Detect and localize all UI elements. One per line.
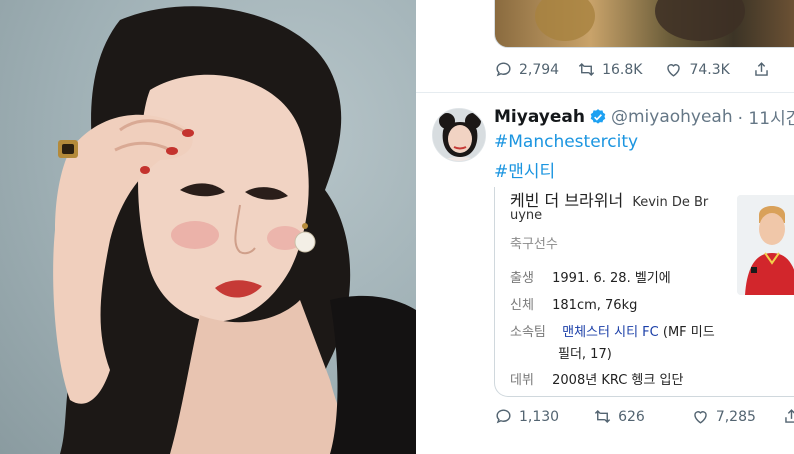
row-value: 1991. 6. 28. 벨기에 (552, 271, 671, 286)
reply-button[interactable]: 1,130 (494, 407, 559, 426)
card-subtitle: 축구선수 (510, 237, 558, 252)
like-count: 7,285 (715, 408, 756, 425)
previous-tweet-media[interactable] (494, 0, 794, 48)
row-value: 181cm, 76kg (552, 298, 638, 313)
row-key: 출생 (510, 271, 534, 286)
media-decoration (655, 0, 745, 41)
tweet-divider (416, 92, 794, 93)
portrait-photo (0, 0, 416, 454)
share-icon (785, 409, 794, 423)
retweet-count: 626 (618, 408, 645, 425)
retweet-icon (594, 409, 611, 424)
like-button[interactable]: 74.3K (664, 60, 730, 79)
retweet-count: 16.8K (602, 61, 643, 78)
retweet-button[interactable]: 626 (593, 407, 645, 426)
player-name-latin-continued: uyne (510, 208, 543, 223)
player-name-latin: Kevin De Br (632, 195, 709, 210)
player-photo (737, 195, 794, 295)
player-info-card[interactable]: 케빈 더 브라위너 Kevin De Br uyne 축구선수 출생 1991.… (494, 187, 794, 397)
avatar-image (433, 109, 485, 161)
row-value: 필더, 17) (558, 347, 612, 362)
avatar[interactable] (432, 108, 486, 162)
hashtag-link[interactable]: #Manchestercity (494, 132, 638, 152)
card-row-team: 소속팀 맨체스터 시티 FC (MF 미드 (510, 321, 715, 340)
row-key: 데뷔 (510, 373, 534, 388)
reply-button[interactable]: 2,794 (494, 60, 559, 79)
media-decoration (535, 0, 595, 41)
card-row-team-continued: 필더, 17) (558, 343, 612, 362)
user-handle[interactable]: @miyaohyeah (611, 107, 733, 127)
tweet-timestamp[interactable]: · 11시간 (738, 104, 794, 129)
hashtag-link[interactable]: #맨시티 (494, 157, 555, 182)
player-photo-illustration (737, 195, 794, 295)
tweet-actions: 1,130 626 7,285 (494, 407, 794, 426)
card-row-debut: 데뷔 2008년 KRC 헹크 입단 (510, 369, 683, 388)
reply-icon (496, 409, 511, 424)
row-value: 2008년 KRC 헹크 입단 (552, 373, 684, 388)
share-icon (755, 62, 768, 76)
like-button[interactable]: 7,285 (691, 407, 756, 426)
like-count: 74.3K (689, 61, 730, 78)
row-key: 신체 (510, 298, 534, 313)
verified-icon (590, 108, 606, 124)
previous-tweet-actions: 2,794 16.8K 74.3K (494, 60, 771, 79)
row-value: (MF 미드 (658, 325, 715, 340)
share-button[interactable] (782, 407, 794, 426)
card-row-birth: 출생 1991. 6. 28. 벨기에 (510, 267, 671, 286)
team-link[interactable]: 맨체스터 시티 FC (562, 325, 659, 340)
display-name[interactable]: Miyayeah (494, 107, 585, 127)
retweet-button[interactable]: 16.8K (577, 60, 642, 79)
reply-icon (496, 62, 511, 77)
tweet-header: Miyayeah @miyaohyeah · 11시간 (494, 104, 794, 130)
share-button[interactable] (752, 60, 771, 79)
row-key: 소속팀 (510, 325, 546, 340)
reply-count: 1,130 (519, 408, 560, 425)
portrait-illustration (53, 6, 416, 454)
card-row-body: 신체 181cm, 76kg (510, 294, 637, 313)
like-icon (667, 64, 681, 77)
tweet-panel: 2,794 16.8K 74.3K Miyayeah @miyaohyeah ·… (416, 0, 794, 454)
retweet-icon (578, 62, 595, 77)
like-icon (694, 411, 707, 424)
reply-count: 2,794 (519, 61, 560, 78)
